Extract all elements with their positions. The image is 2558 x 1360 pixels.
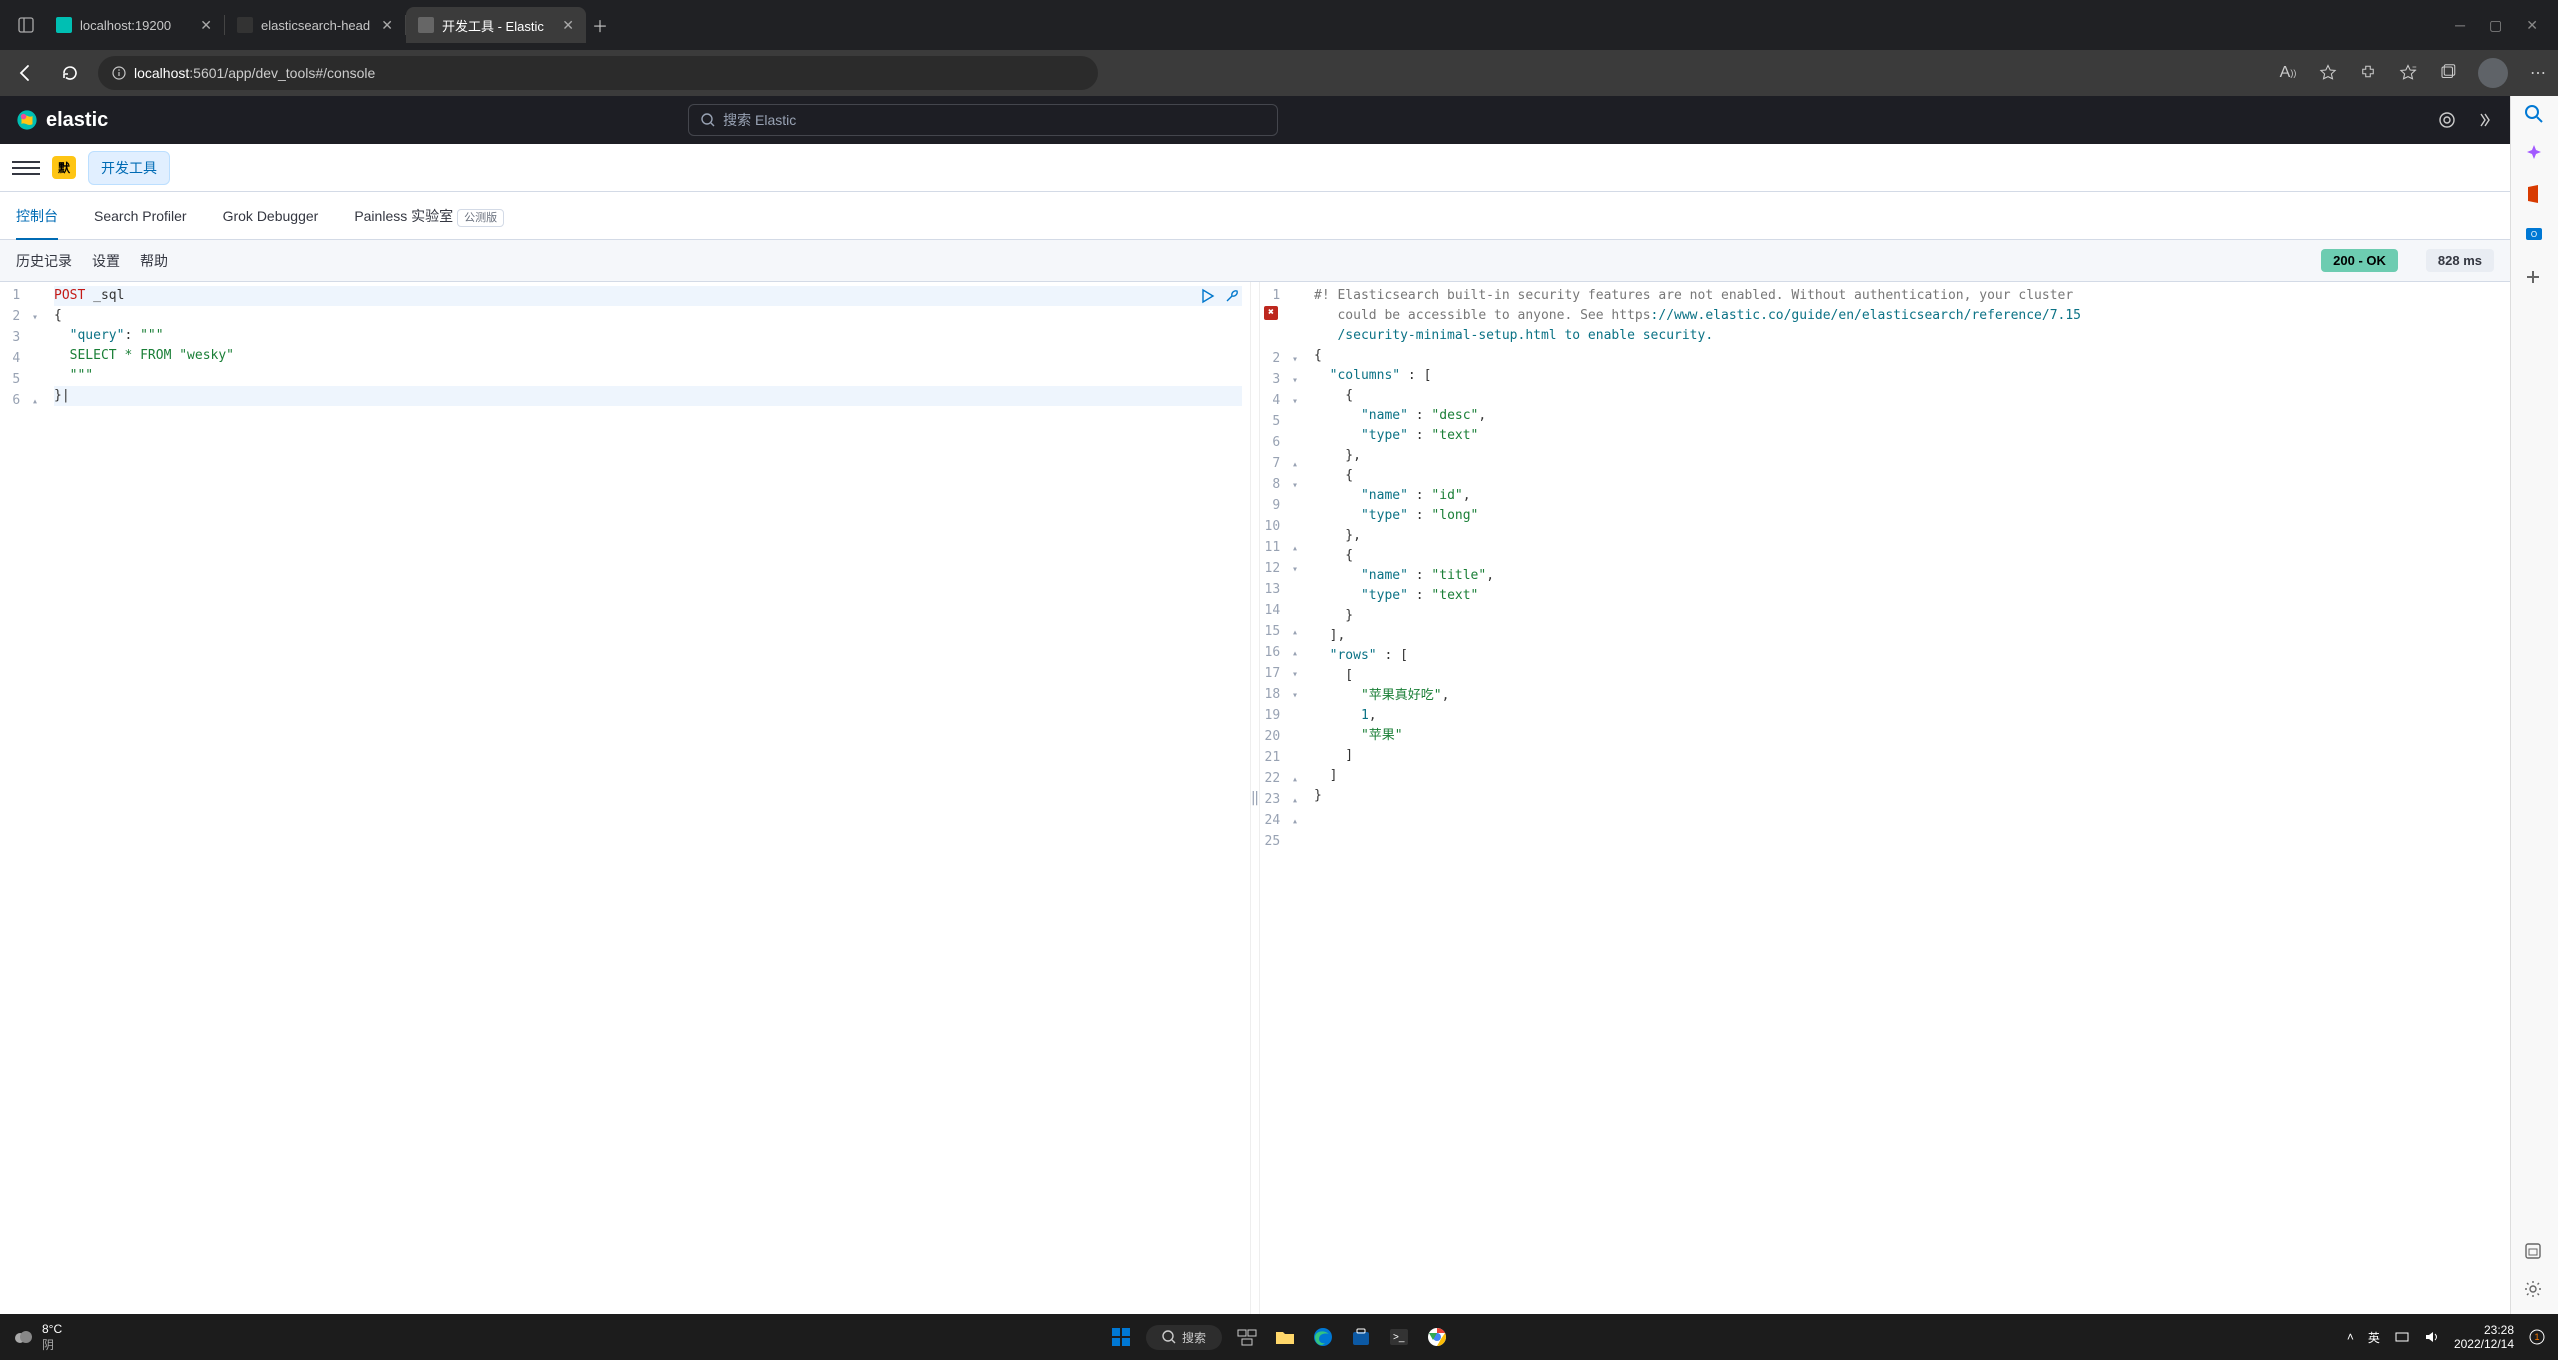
- sidebar-ai-icon[interactable]: [2524, 144, 2546, 166]
- info-icon: [112, 66, 126, 80]
- terminal-icon[interactable]: >_: [1386, 1324, 1412, 1350]
- kibana-breadcrumb-bar: 默 开发工具: [0, 144, 2510, 192]
- kibana-topbar: elastic 搜索 Elastic: [0, 96, 2510, 144]
- url-path: :5601/app/dev_tools#/console: [189, 65, 375, 81]
- request-gutter: 1 2 ▾3 4 5 6 ▴: [0, 282, 46, 1314]
- request-code[interactable]: POST _sql{ "query": """ SELECT * FROM "w…: [46, 282, 1250, 1314]
- devtools-tab-0[interactable]: 控制台: [16, 192, 58, 240]
- console-editor-area: 1 2 ▾3 4 5 6 ▴ POST _sql{ "query": """ S…: [0, 282, 2510, 1314]
- windows-taskbar: 8°C 阴 搜索 >_ ˄ 英 23:28 2022/12/14 1: [0, 1314, 2558, 1360]
- tab-actions-icon[interactable]: [8, 7, 44, 43]
- weather-widget[interactable]: 8°C 阴: [12, 1322, 62, 1353]
- history-link[interactable]: 历史记录: [16, 251, 72, 271]
- network-icon[interactable]: [2394, 1329, 2410, 1345]
- explorer-icon[interactable]: [1272, 1324, 1298, 1350]
- kibana-app: elastic 搜索 Elastic 默 开发工具 控制台 Search Prof…: [0, 96, 2510, 1314]
- response-time-badge: 828 ms: [2426, 249, 2494, 272]
- volume-icon[interactable]: [2424, 1329, 2440, 1345]
- help-icon[interactable]: [2476, 111, 2494, 129]
- console-toolbar: 历史记录 设置 帮助 200 - OK 828 ms: [0, 240, 2510, 282]
- sidebar-outlook-icon[interactable]: O: [2524, 224, 2546, 246]
- more-menu-icon[interactable]: ⋯: [2528, 63, 2548, 83]
- sidebar-office-icon[interactable]: [2524, 184, 2546, 206]
- close-window-button[interactable]: ✕: [2526, 17, 2538, 34]
- elastic-logo[interactable]: elastic: [16, 109, 108, 132]
- address-bar: localhost:5601/app/dev_tools#/console A)…: [0, 50, 2558, 96]
- clock-date: 2022/12/14: [2454, 1337, 2514, 1351]
- sidebar-settings-icon[interactable]: [2524, 1280, 2546, 1302]
- tab-close-icon[interactable]: ✕: [381, 17, 393, 34]
- sidebar-search-icon[interactable]: [2524, 104, 2546, 126]
- browser-tab-2[interactable]: 开发工具 - Elastic✕: [406, 7, 586, 43]
- edge-icon[interactable]: [1310, 1324, 1336, 1350]
- taskbar-search[interactable]: 搜索: [1146, 1325, 1222, 1350]
- favorites-list-icon[interactable]: [2398, 63, 2418, 83]
- url-host: localhost: [134, 65, 189, 81]
- tray-chevron-icon[interactable]: ˄: [2347, 1330, 2354, 1344]
- notification-icon[interactable]: 1: [2528, 1328, 2546, 1346]
- clock-time: 23:28: [2454, 1323, 2514, 1337]
- kibana-search-input[interactable]: 搜索 Elastic: [688, 104, 1278, 136]
- new-tab-button[interactable]: ＋: [586, 13, 614, 37]
- elastic-brand-text: elastic: [46, 109, 108, 132]
- weather-cond: 阴: [42, 1336, 62, 1353]
- url-input[interactable]: localhost:5601/app/dev_tools#/console: [98, 56, 1098, 90]
- newsfeed-icon[interactable]: [2438, 111, 2456, 129]
- profile-avatar[interactable]: [2478, 58, 2508, 88]
- back-button[interactable]: [10, 57, 42, 89]
- help-link[interactable]: 帮助: [140, 251, 168, 271]
- browser-tab-1[interactable]: elasticsearch-head✕: [225, 7, 405, 43]
- svg-text:O: O: [2530, 230, 2536, 239]
- run-request-button[interactable]: [1200, 288, 1216, 304]
- sidebar-screenshot-icon[interactable]: [2524, 1242, 2546, 1264]
- breadcrumb-devtools[interactable]: 开发工具: [88, 151, 170, 185]
- browser-tab-strip: localhost:19200✕elasticsearch-head✕开发工具 …: [0, 0, 2558, 50]
- svg-text:>_: >_: [1393, 1332, 1405, 1343]
- collections-icon[interactable]: [2438, 63, 2458, 83]
- browser-tab-0[interactable]: localhost:19200✕: [44, 7, 224, 43]
- nav-menu-button[interactable]: [12, 154, 40, 182]
- start-button[interactable]: [1108, 1324, 1134, 1350]
- task-view-icon[interactable]: [1234, 1324, 1260, 1350]
- minimize-button[interactable]: ─: [2455, 17, 2465, 34]
- refresh-button[interactable]: [54, 57, 86, 89]
- tab-close-icon[interactable]: ✕: [562, 17, 574, 34]
- svg-text:1: 1: [2534, 1332, 2539, 1342]
- system-clock[interactable]: 23:28 2022/12/14: [2454, 1323, 2514, 1351]
- tab-close-icon[interactable]: ✕: [200, 17, 212, 34]
- devtools-tab-3[interactable]: Painless 实验室公测版: [354, 192, 504, 240]
- maximize-button[interactable]: ▢: [2489, 17, 2502, 34]
- response-status-badge: 200 - OK: [2321, 249, 2398, 272]
- extensions-icon[interactable]: [2358, 63, 2378, 83]
- request-options-button[interactable]: [1224, 288, 1240, 304]
- taskbar-search-label: 搜索: [1182, 1329, 1206, 1346]
- devtools-tabs: 控制台 Search Profiler Grok Debugger Painless …: [0, 192, 2510, 240]
- favorites-add-icon[interactable]: [2318, 63, 2338, 83]
- edge-right-sidebar: O: [2510, 96, 2558, 1314]
- response-pane[interactable]: 1 2 ▾3 ▾4 ▾5 6 7 ▴8 ▾9 10 11 ▴12 ▾13 14 …: [1260, 282, 2510, 1314]
- store-icon[interactable]: [1348, 1324, 1374, 1350]
- chrome-icon[interactable]: [1424, 1324, 1450, 1350]
- space-badge[interactable]: 默: [52, 156, 76, 179]
- window-controls: ─ ▢ ✕: [2455, 17, 2550, 34]
- search-icon: [701, 113, 715, 127]
- request-pane[interactable]: 1 2 ▾3 4 5 6 ▴ POST _sql{ "query": """ S…: [0, 282, 1250, 1314]
- error-marker-icon: ✖: [1264, 306, 1278, 320]
- devtools-tab-1[interactable]: Search Profiler: [94, 194, 187, 238]
- read-aloud-icon[interactable]: A)): [2278, 63, 2298, 83]
- pane-splitter[interactable]: ‖: [1250, 282, 1260, 1314]
- ime-indicator[interactable]: 英: [2368, 1329, 2380, 1346]
- response-code[interactable]: #! Elasticsearch built-in security featu…: [1306, 282, 2510, 1314]
- kibana-search-placeholder: 搜索 Elastic: [723, 110, 796, 130]
- weather-temp: 8°C: [42, 1322, 62, 1336]
- sidebar-plus-icon[interactable]: [2524, 268, 2546, 290]
- devtools-tab-2[interactable]: Grok Debugger: [223, 194, 319, 238]
- response-gutter: 1 2 ▾3 ▾4 ▾5 6 7 ▴8 ▾9 10 11 ▴12 ▾13 14 …: [1260, 282, 1306, 1314]
- settings-link[interactable]: 设置: [92, 251, 120, 271]
